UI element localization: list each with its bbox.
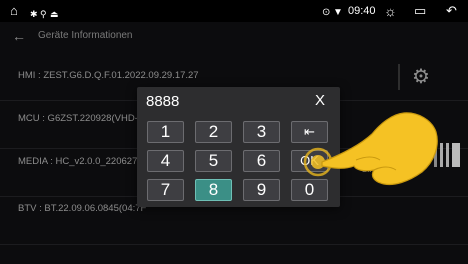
home-icon[interactable]: ⌂ [10,2,18,20]
usb-icon: ⚲ [40,9,47,19]
back-icon[interactable]: ↶ [446,2,457,20]
key-3[interactable]: 3 [243,121,280,143]
settings-button[interactable]: ⚙ [398,62,436,92]
pointing-hand-icon [303,112,438,186]
row-label: MEDIA : HC_v2.0.0_220627_1 [18,156,148,167]
wifi-icon: ▼ [333,7,343,18]
key-9[interactable]: 9 [243,179,280,201]
screen: ⌂ ✱ ⚲ ⏏ ⊙ ▼ 09:40 ☼ ▭ ↶ ← Geräte Informa… [0,0,468,264]
clock: 09:40 [348,5,376,17]
key-2[interactable]: 2 [195,121,232,143]
page-title: Geräte Informationen [38,30,133,41]
key-5[interactable]: 5 [195,150,232,172]
divider [398,64,400,90]
gear-icon: ⚙ [412,66,430,88]
key-7[interactable]: 7 [147,179,184,201]
eject-icon: ⏏ [50,9,59,19]
keypad-value: 8888 [146,93,180,110]
brightness-icon[interactable]: ☼ [384,2,397,20]
status-bar: ⌂ ✱ ⚲ ⏏ ⊙ ▼ 09:40 ☼ ▭ ↶ [0,0,468,22]
bluetooth-icon: ✱ [30,9,38,19]
row-label: BTV : BT.22.09.06.0845(04:7F [18,203,147,214]
back-arrow-icon[interactable]: ← [12,28,26,44]
key-8[interactable]: 8 [195,179,232,201]
row-label: MCU : G6ZST.220928(VHD-S/ [18,113,147,124]
key-6[interactable]: 6 [243,150,280,172]
title-bar: ← Geräte Informationen [0,24,468,50]
key-1[interactable]: 1 [147,121,184,143]
window-icon[interactable]: ▭ [414,2,426,20]
row-label: HMI : ZEST.G6.D.Q.F.01.2022.09.29.17.27 [18,70,199,81]
location-icon: ⊙ [322,7,331,18]
key-4[interactable]: 4 [147,150,184,172]
